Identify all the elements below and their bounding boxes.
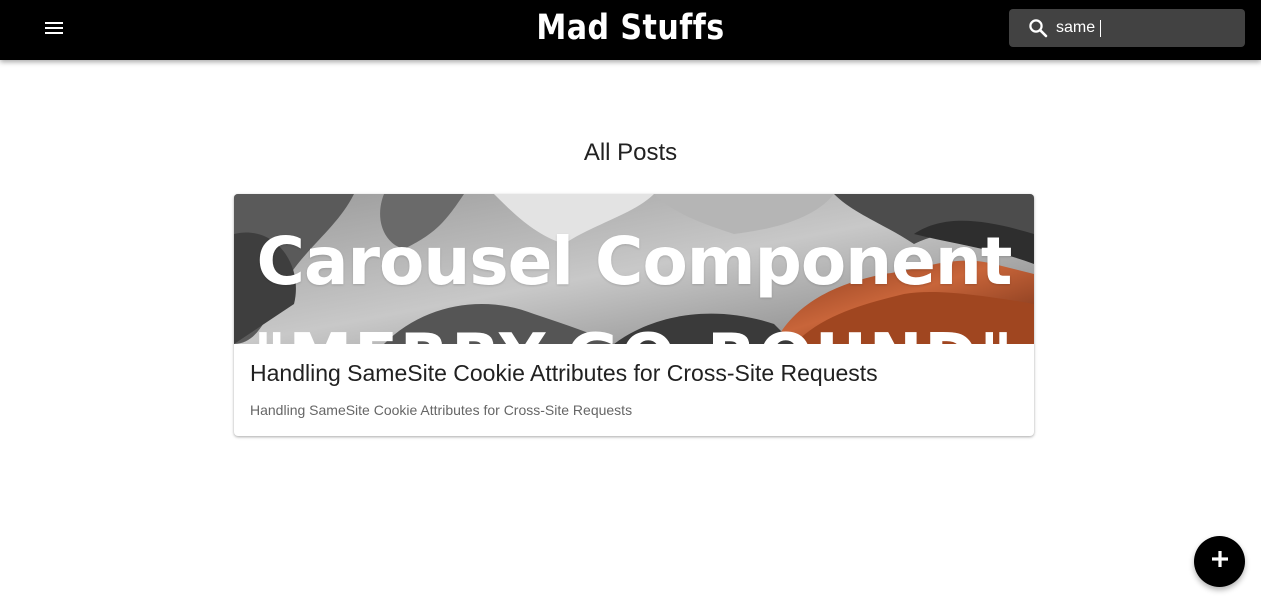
post-card[interactable]: Carousel Component "MERRY-GO-ROUND" Hand…: [234, 194, 1034, 436]
cover-image-subtitle: "MERRY-GO-ROUND": [234, 318, 1034, 344]
text-cursor: [1100, 20, 1101, 37]
menu-button[interactable]: [34, 10, 74, 50]
search-box[interactable]: [1009, 9, 1245, 47]
post-title[interactable]: Handling SameSite Cookie Attributes for …: [250, 360, 878, 387]
plus-icon: [1211, 550, 1229, 573]
post-cover-image: Carousel Component "MERRY-GO-ROUND": [234, 194, 1034, 344]
post-description: Handling SameSite Cookie Attributes for …: [250, 402, 633, 418]
page-title: All Posts: [583, 139, 678, 166]
menu-icon: [44, 20, 64, 41]
add-post-button[interactable]: [1194, 536, 1245, 587]
search-icon: [1027, 17, 1049, 39]
search-input[interactable]: [1056, 13, 1226, 43]
cover-image-title: Carousel Component: [256, 223, 1013, 300]
app-bar: Mad Stuffs: [0, 0, 1261, 60]
